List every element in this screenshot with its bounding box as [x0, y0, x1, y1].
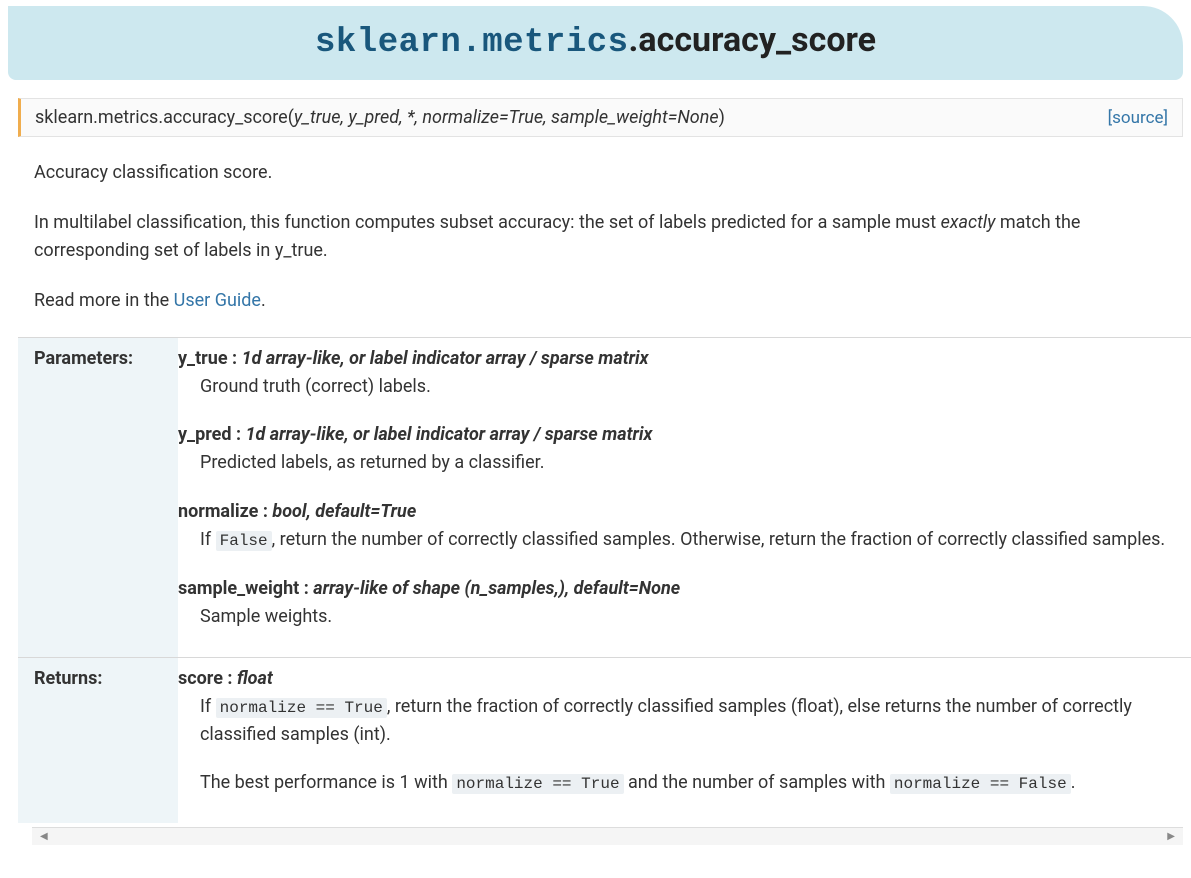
- returns-header: Returns:: [18, 658, 178, 823]
- horizontal-scrollbar[interactable]: ◀ ▶: [32, 827, 1183, 845]
- desc-p1: Accuracy classification score.: [34, 159, 1179, 187]
- description: Accuracy classification score. In multil…: [34, 159, 1179, 315]
- title-name: accuracy_score: [638, 20, 876, 60]
- param-y-pred: y_pred : 1d array-like, or label indicat…: [178, 424, 1181, 477]
- param-y-true: y_true : 1d array-like, or label indicat…: [178, 348, 1181, 401]
- function-signature: sklearn.metrics.accuracy_score(y_true, y…: [18, 98, 1183, 137]
- desc-p2: In multilabel classification, this funct…: [34, 209, 1179, 265]
- signature-params: y_true, y_pred, *, normalize=True, sampl…: [294, 107, 719, 128]
- title-dot: .: [629, 20, 639, 60]
- returns-cell: score : float If normalize == True, retu…: [178, 658, 1191, 823]
- return-score: score : float If normalize == True, retu…: [178, 668, 1181, 797]
- signature-text: sklearn.metrics.accuracy_score(y_true, y…: [35, 107, 725, 128]
- scroll-left-icon[interactable]: ◀: [40, 831, 48, 842]
- user-guide-link[interactable]: User Guide: [174, 290, 261, 311]
- parameters-cell: y_true : 1d array-like, or label indicat…: [178, 337, 1191, 658]
- parameters-row: Parameters: y_true : 1d array-like, or l…: [18, 337, 1191, 658]
- returns-row: Returns: score : float If normalize == T…: [18, 658, 1191, 823]
- desc-p3: Read more in the User Guide.: [34, 287, 1179, 315]
- source-link[interactable]: [source]: [1108, 108, 1168, 128]
- title-module: sklearn.metrics: [315, 24, 629, 62]
- page-title: sklearn.metrics.accuracy_score: [28, 20, 1163, 62]
- parameters-header: Parameters:: [18, 337, 178, 658]
- param-sample-weight: sample_weight : array-like of shape (n_s…: [178, 578, 1181, 631]
- page-title-banner: sklearn.metrics.accuracy_score: [8, 6, 1183, 80]
- param-normalize: normalize : bool, default=True If False,…: [178, 501, 1181, 554]
- signature-prefix: sklearn.metrics.accuracy_score: [35, 107, 288, 128]
- scroll-right-icon[interactable]: ▶: [1167, 831, 1175, 842]
- field-list: Parameters: y_true : 1d array-like, or l…: [18, 337, 1191, 823]
